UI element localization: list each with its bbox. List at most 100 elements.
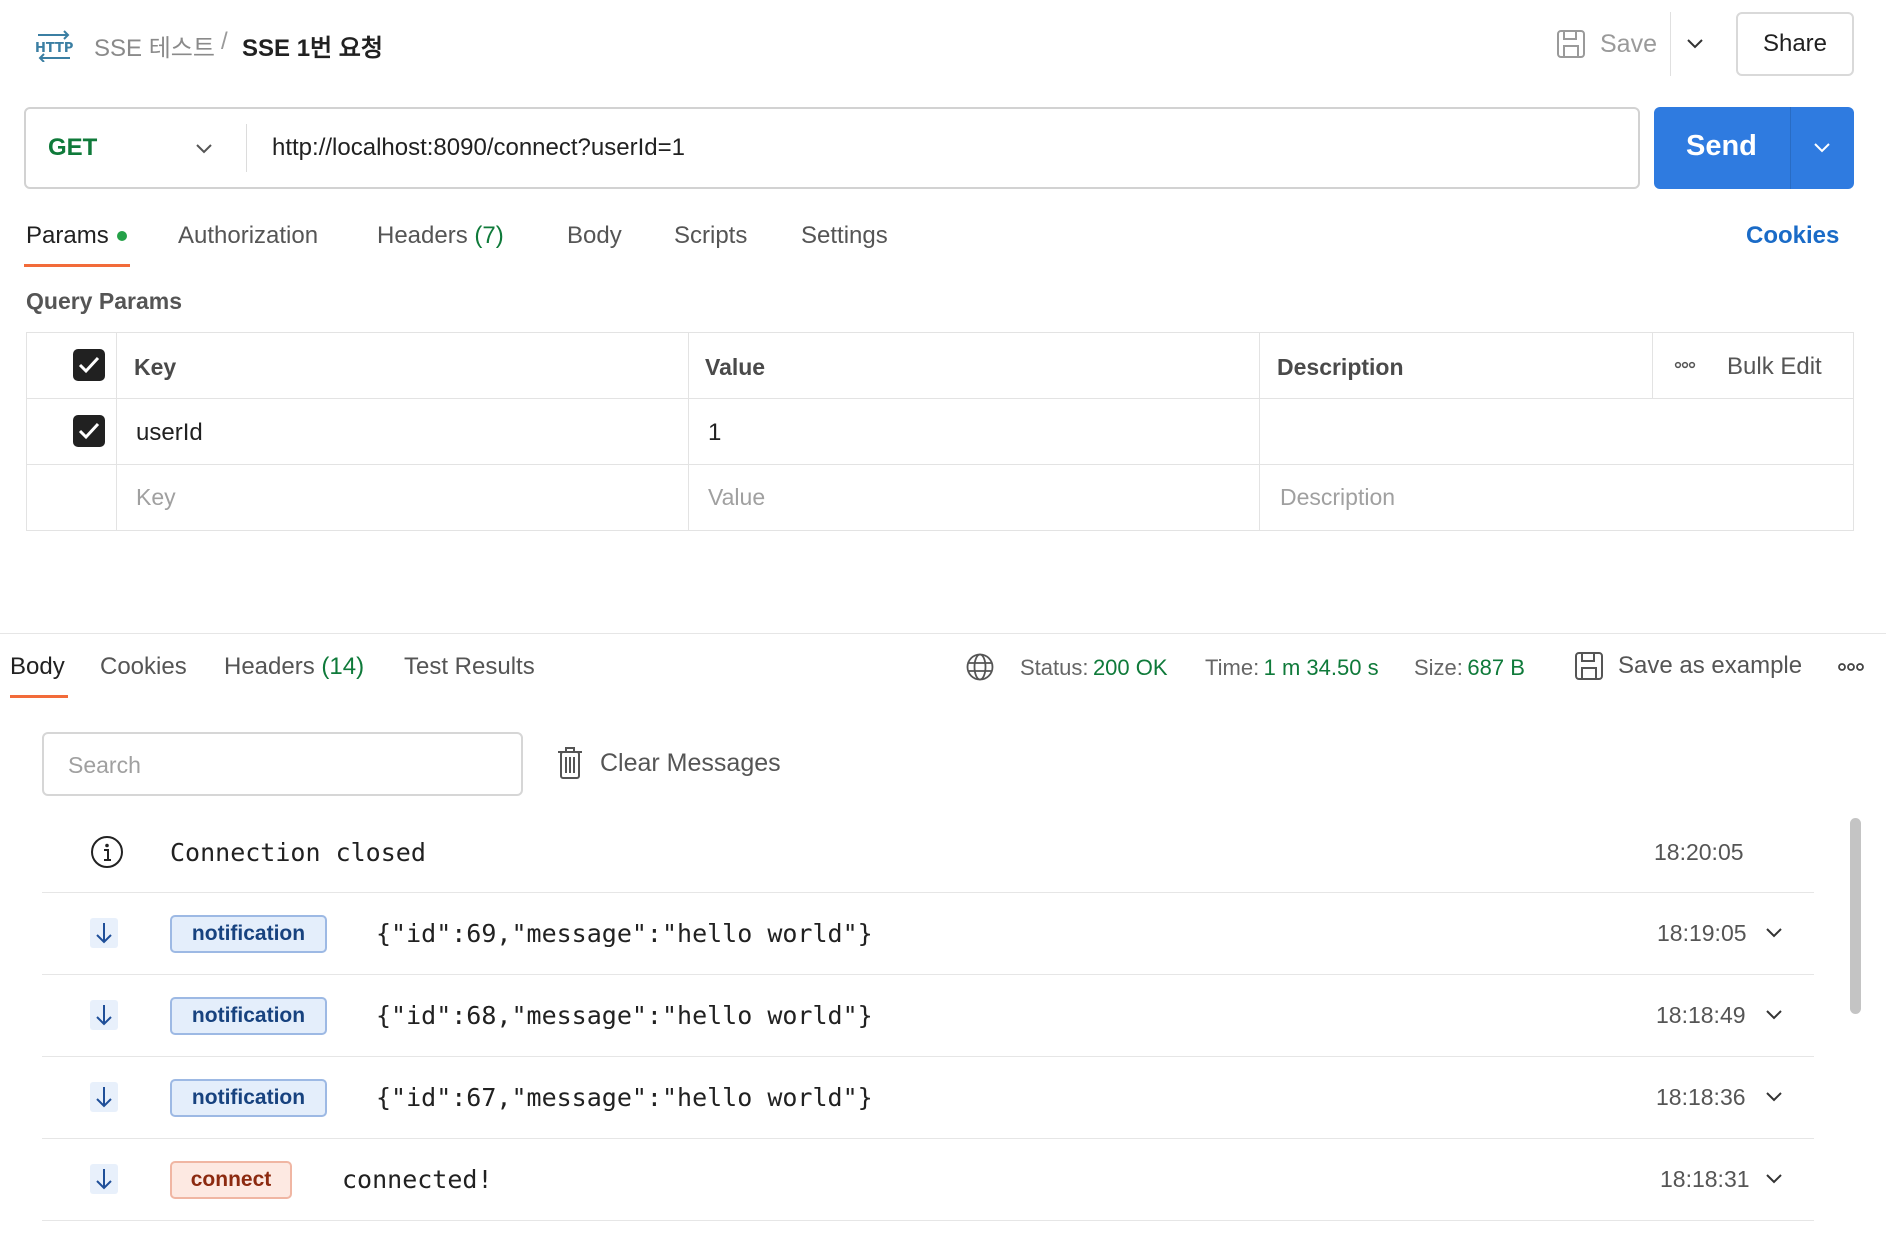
- headers-count: (14): [321, 653, 365, 680]
- param-checkbox[interactable]: [73, 415, 105, 447]
- message-search-input[interactable]: Search: [42, 732, 523, 796]
- arrow-down-icon: [90, 918, 118, 948]
- time-readout[interactable]: Time: 1 m 34.50 s: [1205, 655, 1379, 681]
- col-divider: [1259, 332, 1260, 531]
- message-text: {"id":69,"message":"hello world"}: [376, 919, 873, 948]
- time-label: Time:: [1205, 655, 1260, 680]
- response-tab-test-results[interactable]: Test Results: [404, 653, 535, 681]
- param-key-input[interactable]: userId: [136, 419, 203, 447]
- breadcrumb-parent[interactable]: SSE 테스트: [94, 28, 215, 63]
- message-list: Connection closed 18:20:05 notification …: [0, 812, 1886, 1246]
- response-tab-headers[interactable]: Headers (14): [224, 653, 364, 681]
- tab-headers[interactable]: Headers (7): [377, 222, 504, 250]
- message-row[interactable]: notification {"id":67,"message":"hello w…: [42, 1057, 1814, 1138]
- save-options-chevron-icon[interactable]: [1683, 32, 1707, 56]
- save-icon: [1574, 651, 1604, 681]
- status-label: Status:: [1020, 655, 1089, 680]
- tab-settings[interactable]: Settings: [801, 222, 888, 250]
- chevron-down-icon[interactable]: [1762, 921, 1786, 945]
- params-indicator-dot: [116, 231, 127, 241]
- new-param-key-input[interactable]: Key: [136, 484, 176, 511]
- page-title[interactable]: SSE 1번 요청: [242, 28, 383, 63]
- query-params-title: Query Params: [26, 288, 182, 314]
- send-label: Send: [1686, 130, 1757, 162]
- breadcrumb-separator: /: [221, 28, 228, 55]
- col-divider: [1652, 332, 1653, 398]
- param-value-input[interactable]: 1: [708, 419, 721, 447]
- share-button[interactable]: Share: [1736, 12, 1854, 76]
- chevron-down-icon: [192, 137, 216, 161]
- query-params-table: [26, 332, 1854, 531]
- status-value: 200 OK: [1092, 655, 1168, 680]
- col-divider: [116, 332, 117, 531]
- size-label: Size:: [1414, 655, 1463, 680]
- save-as-example-button[interactable]: Save as example: [1574, 651, 1802, 681]
- more-options-icon[interactable]: [1673, 356, 1697, 374]
- url-input[interactable]: http://localhost:8090/connect?userId=1: [272, 134, 685, 162]
- divider: [1670, 12, 1671, 76]
- search-placeholder: Search: [68, 752, 141, 778]
- chevron-down-icon[interactable]: [1810, 136, 1834, 160]
- status-readout[interactable]: Status: 200 OK: [1020, 655, 1168, 681]
- chevron-down-icon[interactable]: [1762, 1085, 1786, 1109]
- scrollbar-thumb[interactable]: [1850, 818, 1861, 1014]
- headers-count: (7): [474, 222, 504, 249]
- http-icon: HTTP: [34, 28, 74, 63]
- divider: [246, 124, 247, 172]
- tab-label: Headers: [224, 653, 315, 680]
- event-badge: connect: [170, 1161, 292, 1199]
- tab-params[interactable]: Params: [26, 222, 127, 250]
- new-param-description-input[interactable]: Description: [1280, 484, 1395, 511]
- row-divider: [26, 464, 1854, 465]
- message-time: 18:18:36: [1656, 1084, 1746, 1110]
- column-header-key: Key: [134, 354, 177, 380]
- message-row[interactable]: notification {"id":69,"message":"hello w…: [42, 893, 1814, 974]
- divider: [1790, 107, 1791, 189]
- message-text: connected!: [342, 1165, 493, 1194]
- col-divider: [688, 332, 689, 531]
- globe-icon[interactable]: [965, 652, 995, 682]
- message-time: 18:18:31: [1660, 1166, 1750, 1192]
- tab-body[interactable]: Body: [567, 222, 622, 250]
- event-badge: notification: [170, 997, 327, 1035]
- tab-label: Headers: [377, 222, 468, 249]
- event-badge: notification: [170, 1079, 327, 1117]
- new-param-value-input[interactable]: Value: [708, 484, 765, 511]
- size-readout[interactable]: Size: 687 B: [1414, 655, 1525, 681]
- share-label: Share: [1762, 30, 1828, 57]
- clear-messages-button[interactable]: Clear Messages: [556, 746, 781, 780]
- row-divider: [42, 1220, 1814, 1221]
- size-value: 687 B: [1467, 655, 1525, 680]
- tab-label: Params: [26, 222, 109, 249]
- active-tab-underline: [24, 264, 130, 267]
- column-header-value: Value: [705, 354, 766, 380]
- message-row[interactable]: Connection closed 18:20:05: [42, 812, 1814, 892]
- arrow-down-icon: [90, 1164, 118, 1194]
- more-options-icon[interactable]: [1836, 658, 1866, 676]
- message-text: {"id":68,"message":"hello world"}: [376, 1001, 873, 1030]
- clear-messages-label: Clear Messages: [600, 748, 781, 777]
- tab-authorization[interactable]: Authorization: [178, 222, 318, 250]
- method-select[interactable]: GET: [26, 109, 246, 187]
- response-tab-cookies[interactable]: Cookies: [100, 653, 187, 681]
- save-button[interactable]: Save: [1556, 26, 1657, 62]
- time-value: 1 m 34.50 s: [1263, 655, 1379, 680]
- response-tab-body[interactable]: Body: [10, 653, 65, 681]
- event-badge: notification: [170, 915, 327, 953]
- chevron-down-icon[interactable]: [1762, 1003, 1786, 1027]
- active-tab-underline: [10, 695, 68, 698]
- cookies-link[interactable]: Cookies: [1746, 222, 1839, 250]
- tab-scripts[interactable]: Scripts: [674, 222, 747, 250]
- message-row[interactable]: notification {"id":68,"message":"hello w…: [42, 975, 1814, 1056]
- message-text: {"id":67,"message":"hello world"}: [376, 1083, 873, 1112]
- message-row[interactable]: connect connected! 18:18:31: [42, 1139, 1814, 1220]
- chevron-down-icon[interactable]: [1762, 1167, 1786, 1191]
- send-button[interactable]: Send: [1654, 107, 1854, 189]
- bulk-edit-button[interactable]: Bulk Edit: [1727, 353, 1822, 381]
- select-all-checkbox[interactable]: [73, 349, 105, 381]
- trash-icon: [556, 746, 584, 780]
- message-time: 18:20:05: [1654, 839, 1744, 865]
- column-header-description: Description: [1277, 354, 1404, 380]
- message-time: 18:18:49: [1656, 1002, 1746, 1028]
- url-bar: [24, 107, 1640, 189]
